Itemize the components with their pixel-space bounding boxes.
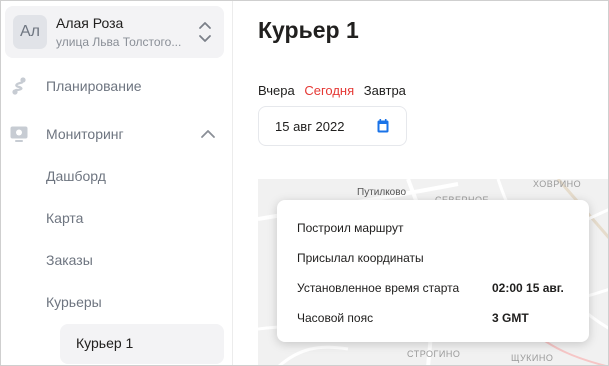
sidebar-item-courier-1[interactable]: Курьер 1 (60, 324, 224, 364)
organization-address: улица Льва Толстого... (56, 35, 182, 49)
day-link-yesterday[interactable]: Вчера (258, 83, 295, 98)
day-link-tomorrow[interactable]: Завтра (364, 83, 406, 98)
courier-info-popup: Построил маршрут Присылал координаты Уст… (277, 200, 589, 342)
nav-item-monitoring[interactable]: Мониторинг (1, 116, 231, 152)
day-link-today[interactable]: Сегодня (304, 83, 354, 98)
route-icon (12, 77, 26, 95)
day-selector: Вчера Сегодня Завтра (258, 83, 412, 98)
nav-label-monitoring: Мониторинг (46, 126, 124, 142)
sidebar-item-label: Курьер 1 (76, 335, 134, 351)
sent-coordinates-label: Присылал координаты (297, 251, 424, 265)
sidebar-item-dashboard[interactable]: Дашборд (46, 168, 106, 184)
nav-item-planning[interactable]: Планирование (1, 68, 231, 104)
sidebar-item-orders[interactable]: Заказы (46, 252, 93, 268)
calendar-icon[interactable] (377, 119, 389, 133)
avatar: Ал (13, 15, 47, 49)
map-label-putilkovo: Путилково (357, 187, 406, 198)
monitor-icon (10, 126, 28, 142)
route-built-label: Построил маршрут (297, 221, 404, 235)
chevron-up-down-icon (199, 22, 211, 42)
sidebar-item-couriers[interactable]: Курьеры (46, 294, 102, 310)
page-title: Курьер 1 (258, 17, 359, 43)
map-label-khovrino: ХОВРИНО (533, 179, 582, 189)
date-picker[interactable]: 15 авг 2022 (258, 106, 407, 146)
organization-switcher[interactable]: Ал Алая Роза улица Льва Толстого... (5, 6, 224, 58)
sidebar-item-map[interactable]: Карта (46, 210, 83, 226)
map-label-shchukino: ЩУКИНО (511, 353, 554, 363)
sidebar: Ал Алая Роза улица Льва Толстого... План… (1, 1, 233, 365)
timezone-value: 3 GMT (492, 311, 529, 325)
nav-label-planning: Планирование (46, 78, 142, 94)
date-value: 15 авг 2022 (275, 119, 345, 134)
start-time-label: Установленное время старта (297, 281, 460, 295)
timezone-label: Часовой пояс (297, 311, 374, 325)
app-window: Ал Алая Роза улица Льва Толстого... План… (0, 0, 609, 366)
chevron-up-icon[interactable] (200, 127, 216, 141)
organization-name: Алая Роза (56, 15, 124, 31)
start-time-value: 02:00 15 авг. (492, 281, 564, 295)
map-label-strogino: СТРОГИНО (407, 349, 461, 359)
